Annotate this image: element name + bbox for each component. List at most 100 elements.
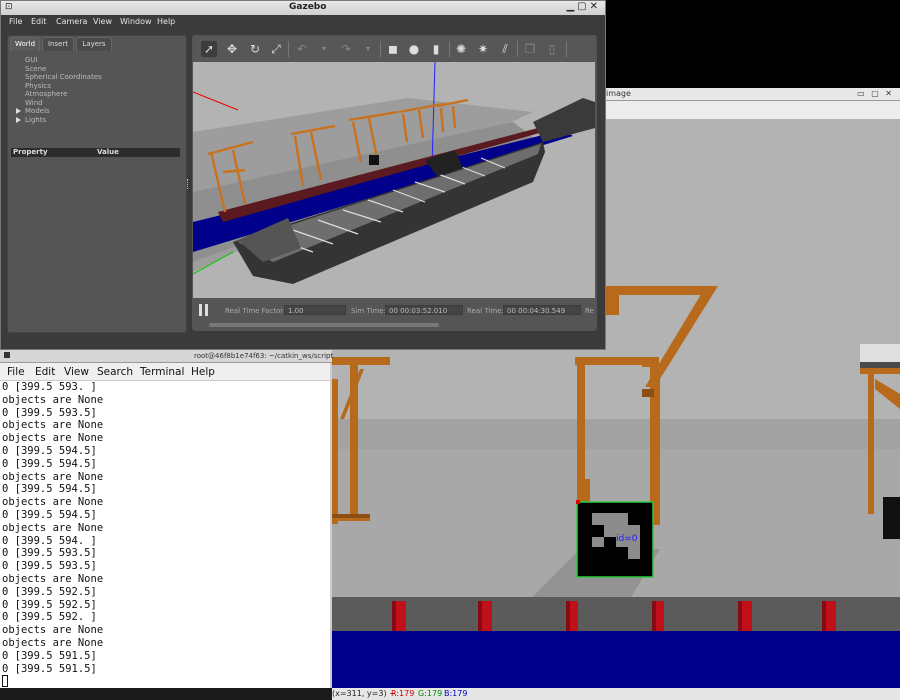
gazebo-menubar: File Edit Camera View Window Help xyxy=(1,15,605,29)
taskbar xyxy=(0,688,332,700)
water xyxy=(330,631,900,688)
pixel-g: G:179 xyxy=(418,689,443,698)
real-time-label: Real Time: xyxy=(467,307,504,315)
pause-icon[interactable] xyxy=(199,304,209,316)
terminal-line: objects are None xyxy=(2,496,104,509)
terminal-line: 0 [399.5 594. ] xyxy=(2,534,97,547)
rtf-label: Real Time Factor: xyxy=(225,307,286,315)
status-scrollbar[interactable] xyxy=(209,323,439,327)
marker-id-label: id=0 xyxy=(616,534,638,544)
menu-help[interactable]: Help xyxy=(157,17,175,26)
terminal-line: 0 [399.5 592. ] xyxy=(2,611,97,624)
gazebo-window[interactable]: ⊡ Gazebo ▁▢✕ File Edit Camera View Windo… xyxy=(0,0,606,350)
terminal-line: 0 [399.5 594.5] xyxy=(2,444,97,457)
terminal-line: objects are None xyxy=(2,636,104,649)
gazebo-titlebar[interactable]: ⊡ Gazebo ▁▢✕ xyxy=(1,1,605,16)
redo-icon[interactable]: ↷ xyxy=(338,41,354,57)
image-window-title: image xyxy=(606,89,631,98)
terminal-window[interactable]: root@46f8b1e74f63: ~/catkin_ws/script Fi… xyxy=(0,350,334,700)
terminal-line: 0 [399.5 593.5] xyxy=(2,547,97,560)
terminal-line: objects are None xyxy=(2,624,104,637)
copy-icon[interactable]: ❐ xyxy=(522,41,538,57)
menu-camera[interactable]: Camera xyxy=(56,17,87,26)
menu-file[interactable]: File xyxy=(9,17,22,26)
expand-lights-icon[interactable] xyxy=(16,117,21,123)
sim-time-label: Sim Time: xyxy=(351,307,386,315)
tab-layers[interactable]: Layers xyxy=(76,37,112,51)
terminal-menu-help[interactable]: Help xyxy=(191,366,215,378)
terminal-title: root@46f8b1e74f63: ~/catkin_ws/script xyxy=(194,352,334,360)
value-column-header: Value xyxy=(97,148,119,156)
sim-time-value: 00 00:03:52.010 xyxy=(385,305,463,315)
world-item-lights[interactable]: Lights xyxy=(25,116,46,124)
terminal-menu-search[interactable]: Search xyxy=(97,366,133,378)
terminal-line: 0 [399.5 593.5] xyxy=(2,560,97,573)
undo-dropdown-icon[interactable]: ▾ xyxy=(316,41,332,57)
tab-world[interactable]: World xyxy=(10,37,40,51)
terminal-line: objects are None xyxy=(2,393,104,406)
terminal-line: objects are None xyxy=(2,470,104,483)
pixel-b: B:179 xyxy=(444,689,468,698)
tab-insert[interactable]: Insert xyxy=(42,37,74,51)
world-item-models[interactable]: Models xyxy=(25,107,50,115)
property-table-header: Property Value xyxy=(11,148,180,157)
terminal-line: 0 [399.5 594.5] xyxy=(2,457,97,470)
world-item-atmosphere[interactable]: Atmosphere xyxy=(25,90,67,98)
world-item-physics[interactable]: Physics xyxy=(25,82,51,90)
expand-models-icon[interactable] xyxy=(16,108,21,114)
terminal-menu-edit[interactable]: Edit xyxy=(35,366,55,378)
panel-splitter[interactable] xyxy=(187,179,190,189)
terminal-line: 0 [399.5 591.5] xyxy=(2,662,97,675)
terminal-scrollbar[interactable] xyxy=(330,363,332,688)
menu-view[interactable]: View xyxy=(93,17,112,26)
3d-viewport[interactable] xyxy=(193,62,595,298)
terminal-line: 0 [399.5 594.5] xyxy=(2,508,97,521)
dock-edge xyxy=(330,597,900,631)
sphere-icon[interactable]: ● xyxy=(406,41,422,57)
cylinder-icon[interactable]: ▮ xyxy=(428,41,444,57)
terminal-menubar: File Edit View Search Terminal Help xyxy=(0,363,332,381)
box-icon[interactable]: ◼ xyxy=(385,41,401,57)
terminal-menu-terminal[interactable]: Terminal xyxy=(140,366,184,378)
terminal-titlebar[interactable]: root@46f8b1e74f63: ~/catkin_ws/script xyxy=(0,350,334,363)
gazebo-toolbar: ➚ ✥ ↻ ⤢ ↶ ▾ ↷ ▾ ◼ ● ▮ ✺ ✷ ⫽ ❐ ▯ xyxy=(194,37,595,61)
spot-light-icon[interactable]: ✷ xyxy=(475,41,491,57)
terminal-line: 0 [399.5 591.5] xyxy=(2,649,97,662)
redo-dropdown-icon[interactable]: ▾ xyxy=(360,41,376,57)
gazebo-window-controls[interactable]: ▁▢✕ xyxy=(566,1,601,12)
select-arrow-icon[interactable]: ➚ xyxy=(201,41,217,57)
terminal-line: 0 [399.5 594.5] xyxy=(2,483,97,496)
world-item-wind[interactable]: Wind xyxy=(25,99,43,107)
directional-light-icon[interactable]: ⫽ xyxy=(497,41,513,57)
aruco-marker: id=0 xyxy=(576,500,654,578)
rotate-icon[interactable]: ↻ xyxy=(247,41,263,57)
terminal-menu-file[interactable]: File xyxy=(7,366,25,378)
terminal-icon xyxy=(4,352,10,358)
real-time-value: 00 00:04:30.549 xyxy=(503,305,581,315)
point-light-icon[interactable]: ✺ xyxy=(453,41,469,57)
terminal-line: 0 [399.5 592.5] xyxy=(2,585,97,598)
pixel-r: R:179 xyxy=(391,689,415,698)
terminal-line: 0 [399.5 592.5] xyxy=(2,598,97,611)
terminal-output[interactable]: 0 [399.5 593. ] objects are None 0 [399.5 … xyxy=(2,381,328,687)
terminal-menu-view[interactable]: View xyxy=(64,366,89,378)
terminal-line: 0 [399.5 593. ] xyxy=(2,381,97,393)
gazebo-status-bar: Real Time Factor: 1.00 Sim Time: 00 00:0… xyxy=(193,299,595,329)
translate-icon[interactable]: ✥ xyxy=(224,41,240,57)
rtf-value: 1.00 xyxy=(284,305,346,315)
image-window-controls[interactable]: ▭ ▢ ✕ xyxy=(857,89,894,98)
menu-window[interactable]: Window xyxy=(120,17,152,26)
world-item-gui[interactable]: GUI xyxy=(25,56,38,64)
property-column-header: Property xyxy=(13,148,48,156)
window-menu-icon[interactable]: ⊡ xyxy=(5,2,13,12)
paste-icon[interactable]: ▯ xyxy=(544,41,560,57)
terminal-line: objects are None xyxy=(2,419,104,432)
undo-icon[interactable]: ↶ xyxy=(294,41,310,57)
scale-icon[interactable]: ⤢ xyxy=(268,41,284,57)
menu-edit[interactable]: Edit xyxy=(31,17,47,26)
gazebo-title: Gazebo xyxy=(289,2,327,12)
world-item-scene[interactable]: Scene xyxy=(25,65,46,73)
world-item-spherical-coordinates[interactable]: Spherical Coordinates xyxy=(25,73,102,81)
terminal-line: objects are None xyxy=(2,432,104,445)
terminal-line: 0 [399.5 593.5] xyxy=(2,406,97,419)
